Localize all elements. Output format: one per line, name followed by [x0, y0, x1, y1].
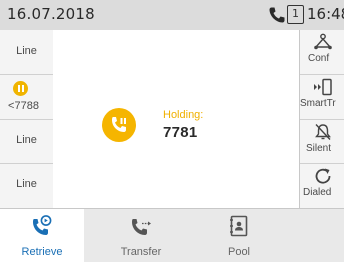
transfer-button[interactable]: Transfer [99, 209, 183, 262]
pool-contacts-icon [230, 215, 248, 237]
status-bar: 16.07.2018 1 16:48 [0, 0, 344, 30]
conference-label: Conf [308, 53, 330, 64]
silent-key[interactable]: Silent [300, 120, 344, 164]
smart-transfer-icon [314, 78, 332, 96]
phone-handset-icon [269, 7, 285, 23]
line-key-label: Line [16, 45, 37, 57]
silent-bell-icon [315, 124, 331, 140]
line-key-4[interactable]: Line [0, 164, 53, 208]
conference-icon [314, 33, 332, 50]
dialed-label: Dialed [303, 187, 332, 198]
call-info-panel: Holding: 7781 [54, 30, 299, 208]
call-status-label: Holding: [163, 109, 204, 121]
transfer-call-icon [132, 219, 151, 235]
smart-transfer-label: SmartTr [300, 98, 336, 109]
line-key-label: Line [16, 134, 37, 146]
line-key-hold-7788[interactable]: <7788 [0, 75, 53, 120]
bottom-softkey-bar: Retrieve Transfer Pool [0, 208, 344, 262]
line-key-label: Line [16, 178, 37, 190]
retrieve-button[interactable]: Retrieve [0, 209, 84, 262]
phone-screen: 16.07.2018 1 16:48 Line <7788 Line Line [0, 0, 344, 262]
transfer-label: Transfer [120, 246, 162, 258]
conference-key[interactable]: Conf [300, 30, 344, 75]
retrieve-label: Retrieve [21, 246, 63, 258]
held-call-icon [102, 108, 136, 142]
line-key-3[interactable]: Line [0, 120, 53, 164]
status-date: 16.07.2018 [7, 5, 95, 23]
retrieve-call-icon [33, 215, 52, 235]
line-keys-column: Line <7788 Line Line [0, 30, 53, 208]
line-key-label: <7788 [8, 100, 39, 112]
line-indicator-icon: 1 [287, 5, 304, 24]
smart-transfer-key[interactable]: SmartTr [300, 75, 344, 120]
dialed-calls-key[interactable]: Dialed [300, 164, 344, 208]
feature-keys-column: Conf SmartTr Silent Dialed [299, 30, 344, 208]
line-key-1[interactable]: Line [0, 30, 53, 75]
hold-icon [13, 81, 28, 96]
status-time: 16:48 [307, 5, 344, 23]
redial-icon [315, 168, 331, 184]
silent-label: Silent [306, 143, 332, 154]
pool-label: Pool [227, 246, 251, 258]
held-number: 7781 [163, 124, 198, 141]
pool-button[interactable]: Pool [197, 209, 281, 262]
